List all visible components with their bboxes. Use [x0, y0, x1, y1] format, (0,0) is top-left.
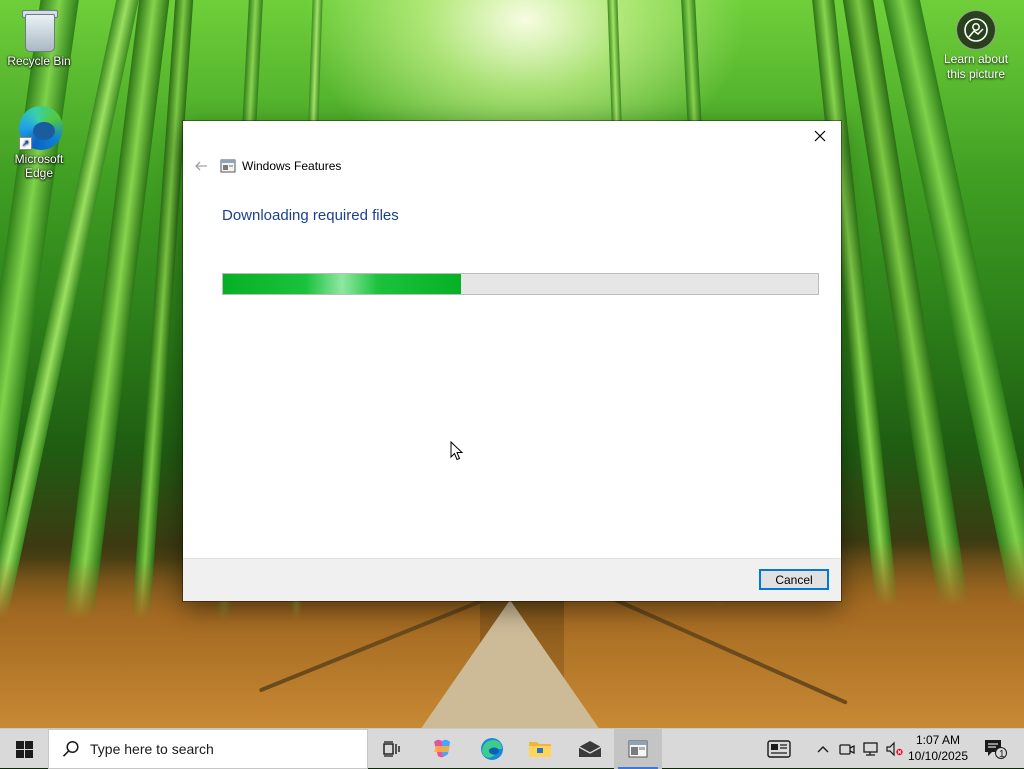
show-hidden-icons-button[interactable]: [812, 729, 834, 769]
action-center-button[interactable]: 1: [978, 729, 1012, 769]
desktop-icon-label: Microsoft Edge: [14, 152, 64, 180]
mail-icon: [578, 741, 602, 757]
file-explorer-icon: [529, 742, 551, 757]
notification-count-badge: 1: [999, 749, 1005, 760]
start-button[interactable]: [0, 729, 48, 769]
learn-about-picture-icon: [956, 10, 996, 50]
system-clock[interactable]: 1:07 AM 10/10/2025: [906, 732, 970, 764]
chevron-up-icon: [817, 746, 829, 753]
mouse-pointer-icon: [450, 441, 464, 461]
download-progress-bar: [222, 273, 819, 295]
status-heading: Downloading required files: [222, 207, 399, 224]
edge-taskbar-button[interactable]: [468, 729, 516, 769]
edge-icon: ↗: [19, 106, 63, 150]
back-arrow-icon: [195, 161, 207, 171]
desktop-icon-microsoft-edge[interactable]: ↗ Microsoft Edge: [1, 106, 77, 180]
learn-about-picture[interactable]: Learn about this picture: [938, 10, 1014, 82]
taskbar-search-box[interactable]: Type here to search: [48, 729, 368, 769]
copilot-icon: [434, 739, 450, 758]
dialog-footer: Cancel: [183, 558, 841, 601]
task-view-icon: [383, 741, 400, 757]
news-widget-button[interactable]: [760, 729, 798, 769]
close-button[interactable]: [805, 123, 835, 149]
clock-date: 10/10/2025: [907, 749, 969, 763]
dialog-title-text: Windows Features: [242, 159, 342, 173]
task-view-button[interactable]: [368, 729, 416, 769]
volume-button[interactable]: [884, 729, 906, 769]
windows-features-icon: [628, 740, 648, 758]
windows-features-dialog: Windows Features Downloading required fi…: [183, 121, 841, 601]
learn-about-picture-label: Learn about this picture: [943, 52, 1009, 81]
news-icon: [767, 740, 791, 758]
cancel-button[interactable]: Cancel: [759, 569, 829, 590]
search-icon: [62, 740, 79, 757]
windows-features-taskbar-button[interactable]: [614, 729, 662, 769]
file-explorer-button[interactable]: [516, 729, 564, 769]
clock-time: 1:07 AM: [915, 733, 961, 747]
network-button[interactable]: [860, 729, 882, 769]
recycle-bin-icon: [19, 8, 59, 52]
taskbar: Type here to search 1:07 AM 10/10/2025 1: [0, 728, 1024, 769]
edge-icon: [481, 738, 503, 760]
close-icon: [814, 130, 826, 142]
windows-logo-icon: [15, 740, 33, 758]
progress-bar-fill: [223, 274, 461, 294]
meet-now-button[interactable]: [836, 729, 858, 769]
desktop-icon-label: Recycle Bin: [7, 54, 71, 68]
back-button[interactable]: [191, 157, 211, 175]
desktop-icon-recycle-bin[interactable]: Recycle Bin: [1, 8, 77, 68]
shortcut-arrow-icon: ↗: [19, 137, 32, 150]
dialog-nav-title: Windows Features: [220, 158, 341, 174]
copilot-button[interactable]: [418, 729, 466, 769]
windows-features-icon: [220, 159, 236, 173]
volume-muted-icon: [886, 741, 903, 757]
meet-now-icon: [839, 744, 855, 755]
network-icon: [863, 742, 878, 756]
search-placeholder: Type here to search: [90, 741, 214, 757]
mail-button[interactable]: [566, 729, 614, 769]
